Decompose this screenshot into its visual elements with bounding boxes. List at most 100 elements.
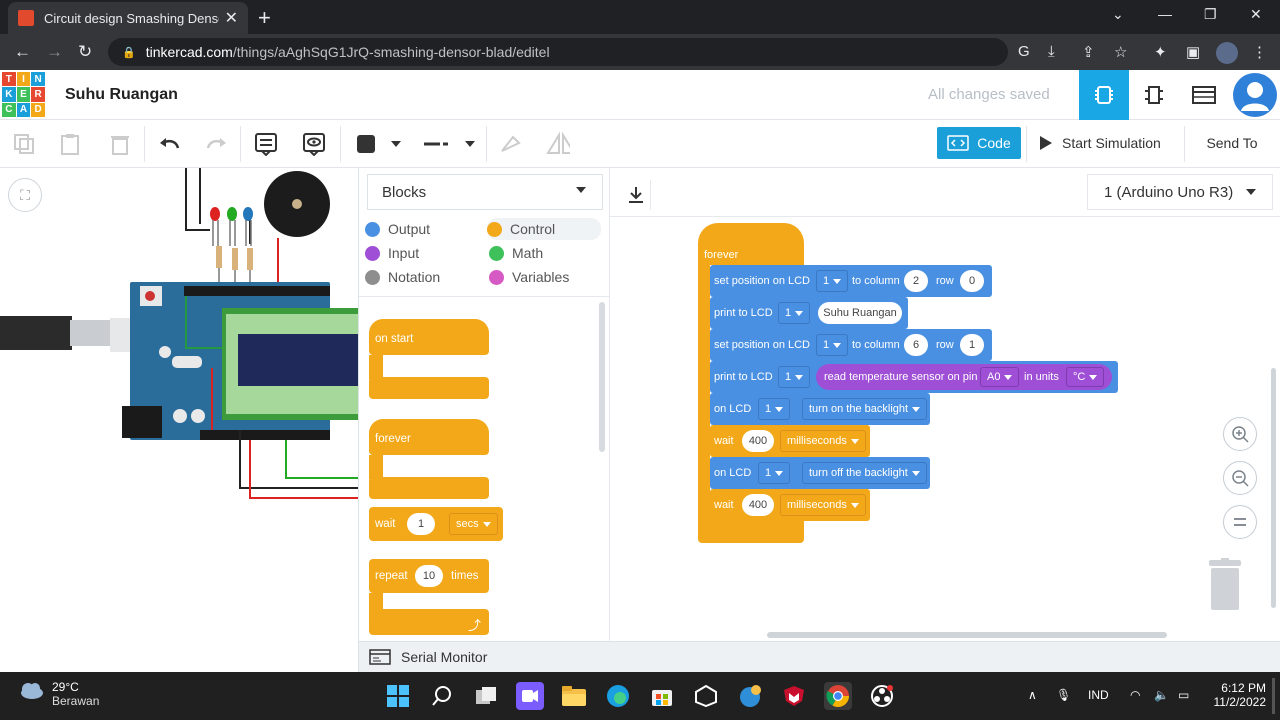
rotate-icon[interactable] (498, 132, 522, 156)
user-avatar[interactable] (1233, 73, 1277, 117)
tray-chevron-up-icon[interactable]: ∧ (1028, 688, 1037, 702)
code-button[interactable]: Code (937, 127, 1021, 159)
palette-scrollbar[interactable] (599, 302, 605, 452)
google-icon[interactable]: G (1018, 43, 1030, 60)
windows-start-icon[interactable] (384, 682, 412, 710)
zoom-reset-icon[interactable] (1223, 505, 1257, 539)
redo-icon[interactable] (204, 132, 228, 156)
fit-view-icon[interactable]: ⛶ (8, 178, 42, 212)
install-icon[interactable]: ⤓ (1048, 43, 1055, 60)
notes-icon[interactable] (254, 132, 278, 156)
project-title[interactable]: Suhu Ruangan (65, 86, 178, 104)
edge-icon[interactable] (604, 682, 632, 710)
wait-unit-dropdown[interactable]: milliseconds (780, 430, 866, 452)
backlight-on-block[interactable]: on LCD 1 turn on the backlight (710, 393, 930, 425)
task-view-icon[interactable] (472, 682, 500, 710)
wait-value-field[interactable]: 400 (742, 430, 774, 452)
repeat-value-field[interactable]: 10 (415, 565, 443, 587)
circuit-view-button[interactable] (1079, 70, 1129, 120)
lcd-id-dropdown[interactable]: 1 (758, 462, 791, 484)
unit-dropdown[interactable]: °C (1066, 367, 1105, 387)
category-math[interactable]: Math (489, 242, 543, 264)
wait-value-field[interactable]: 400 (742, 494, 774, 516)
url-field[interactable]: 🔒 tinkercad.com /things/aAghSqG1JrQ-smas… (108, 38, 1008, 66)
backlight-dropdown[interactable]: turn on the backlight (802, 398, 928, 420)
browser-profile-avatar[interactable] (1216, 42, 1238, 64)
palette-wait-block[interactable]: wait 1 secs (369, 507, 503, 541)
color-picker-icon[interactable] (354, 132, 378, 156)
print-lcd-block[interactable]: print to LCD 1 Suhu Ruangan (710, 297, 908, 329)
wifi-icon[interactable]: ◠ (1130, 688, 1140, 702)
lcd-id-dropdown[interactable]: 1 (778, 302, 811, 324)
reload-icon[interactable]: ↻ (78, 42, 92, 62)
code-workspace[interactable]: forever set position on LCD 1 to column … (610, 217, 1280, 641)
delete-icon[interactable] (108, 132, 132, 156)
wait-block[interactable]: wait 400 milliseconds (710, 489, 870, 521)
print-text-field[interactable]: Suhu Ruangan (818, 302, 902, 324)
backlight-off-block[interactable]: on LCD 1 turn off the backlight (710, 457, 930, 489)
column-field[interactable]: 2 (904, 270, 928, 292)
lcd-id-dropdown[interactable]: 1 (816, 334, 849, 356)
row-field[interactable]: 1 (960, 334, 984, 356)
search-icon[interactable] (428, 682, 456, 710)
code-mode-select[interactable]: Blocks (367, 174, 603, 210)
chevron-down-icon[interactable] (384, 132, 408, 156)
back-icon[interactable]: ← (14, 42, 31, 62)
schematic-view-button[interactable] (1129, 70, 1179, 120)
tab-search-icon[interactable]: ⌄ (1112, 6, 1124, 23)
print-lcd-block[interactable]: print to LCD 1 read temperature sensor o… (710, 361, 1118, 393)
microphone-icon[interactable]: 🎙 (1056, 688, 1071, 702)
start-simulation-button[interactable]: Start Simulation (1030, 127, 1180, 159)
maximize-icon[interactable]: ❐ (1204, 6, 1217, 23)
wire-type-icon[interactable] (424, 132, 448, 156)
share-icon[interactable]: ⇪ (1082, 43, 1095, 61)
component-list-button[interactable] (1179, 70, 1229, 120)
zoom-out-icon[interactable] (1223, 461, 1257, 495)
lcd-id-dropdown[interactable]: 1 (778, 366, 811, 388)
weather-widget[interactable]: 29°C Berawan (18, 680, 99, 708)
volume-icon[interactable]: 🔈 (1154, 688, 1169, 702)
category-control[interactable]: Control (487, 218, 602, 240)
system-clock[interactable]: 6:12 PM 11/2/2022 (1202, 681, 1267, 709)
serial-monitor-bar[interactable]: Serial Monitor (359, 641, 1280, 672)
backlight-dropdown[interactable]: turn off the backlight (802, 462, 927, 484)
tinkercad-logo[interactable]: TIN KER CAD (2, 72, 45, 117)
close-window-icon[interactable]: ✕ (1250, 6, 1262, 23)
app-icon[interactable] (692, 682, 720, 710)
obs-icon[interactable] (868, 682, 896, 710)
chrome-icon[interactable] (824, 682, 852, 710)
row-field[interactable]: 0 (960, 270, 984, 292)
show-desktop-button[interactable] (1272, 678, 1275, 714)
column-field[interactable]: 6 (904, 334, 928, 356)
minimize-icon[interactable]: — (1158, 6, 1172, 22)
forever-block[interactable]: forever (698, 223, 804, 265)
category-input[interactable]: Input (365, 242, 419, 264)
download-code-icon[interactable] (621, 180, 651, 210)
teams-chat-icon[interactable] (516, 682, 544, 710)
read-temperature-block[interactable]: read temperature sensor on pin A0 in uni… (816, 364, 1112, 390)
browser-tab[interactable]: Circuit design Smashing Densor- ✕ (8, 2, 248, 34)
file-explorer-icon[interactable] (560, 682, 588, 710)
mcafee-icon[interactable] (780, 682, 808, 710)
chevron-down-icon[interactable] (458, 132, 482, 156)
close-tab-icon[interactable]: ✕ (225, 8, 238, 28)
set-position-block[interactable]: set position on LCD 1 to column 2 row 0 (710, 265, 992, 297)
paste-icon[interactable] (58, 132, 82, 156)
set-position-block[interactable]: set position on LCD 1 to column 6 row 1 (710, 329, 992, 361)
forward-icon[interactable]: → (46, 42, 63, 62)
trash-icon[interactable] (1207, 558, 1243, 612)
category-variables[interactable]: Variables (489, 266, 569, 288)
lcd-id-dropdown[interactable]: 1 (816, 270, 849, 292)
bookmark-star-icon[interactable]: ☆ (1114, 43, 1127, 61)
zoom-in-icon[interactable] (1223, 417, 1257, 451)
pin-dropdown[interactable]: A0 (980, 367, 1020, 387)
circuit-canvas[interactable]: ⛶ (0, 168, 358, 672)
new-tab-icon[interactable]: + (258, 5, 271, 31)
notes-visibility-icon[interactable] (302, 132, 326, 156)
copy-icon[interactable] (12, 132, 36, 156)
store-icon[interactable] (648, 682, 676, 710)
flip-icon[interactable] (546, 132, 570, 156)
extensions-icon[interactable]: ✦ (1154, 43, 1167, 61)
undo-icon[interactable] (158, 132, 182, 156)
language-indicator[interactable]: IND (1088, 688, 1109, 702)
